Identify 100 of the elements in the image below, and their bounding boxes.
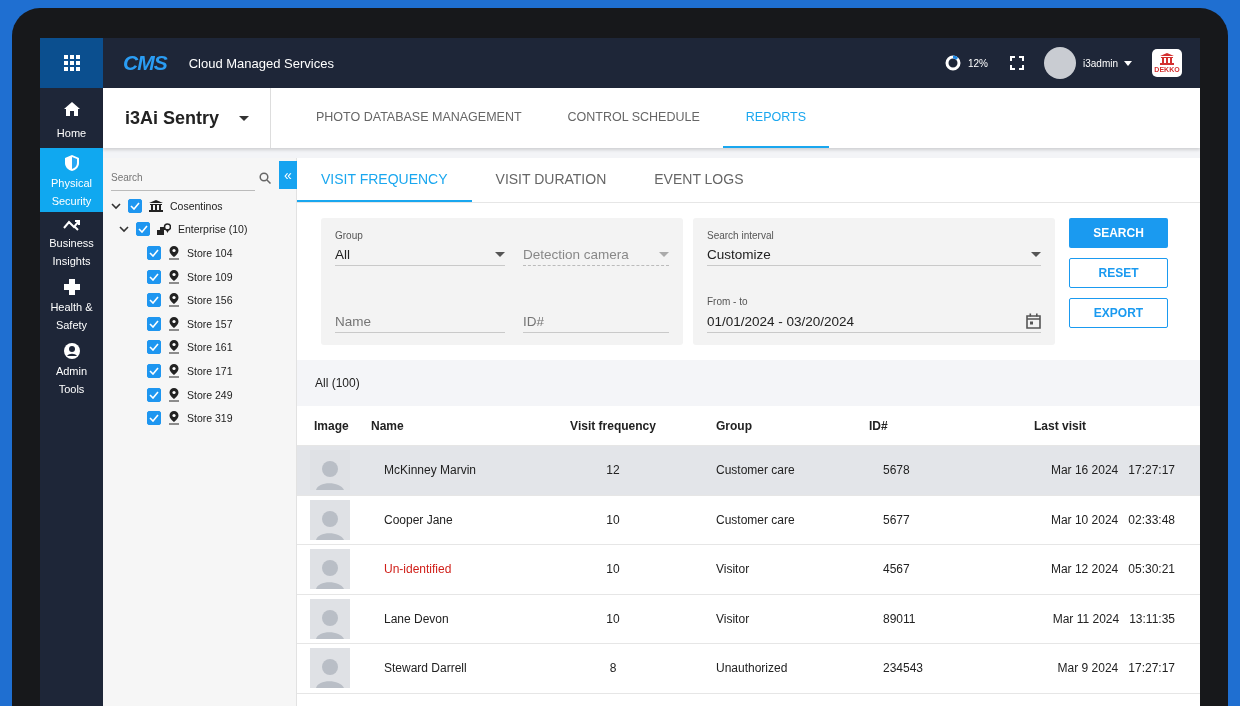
bank-icon	[1160, 53, 1174, 65]
name-cell-text: McKinney Marvin	[383, 463, 478, 478]
table-row[interactable]: Cooper Jane 10 Customer care 5677 Mar 10 2024 02:33:48	[297, 495, 1200, 545]
tree-item[interactable]: Store 171	[187, 364, 233, 377]
column-header: ID#	[869, 418, 889, 433]
table-cell-text: Mar 9 2024 17:27:17	[1056, 661, 1176, 676]
avatar[interactable]	[1043, 47, 1076, 79]
checkbox[interactable]	[147, 411, 161, 426]
chevron-icon[interactable]	[111, 200, 121, 211]
grid-icon	[63, 55, 80, 71]
main-tab[interactable]: PHOTO DATABASE MANAGEMENT	[293, 88, 545, 148]
name-cell-text: Steward Darrell	[383, 661, 468, 676]
table-cell-text: Customer care	[715, 512, 796, 527]
tree-item[interactable]: Enterprise (10)	[178, 223, 248, 236]
user-icon	[62, 342, 81, 360]
table-row[interactable]: Lane Devon 10 Visitor 89011 Mar 11 2024 13:11:35	[297, 594, 1200, 644]
table-cell-text: Customer care	[715, 463, 796, 478]
nav-item[interactable]: Admin Tools	[40, 336, 103, 400]
fullscreen-icon[interactable]	[1009, 56, 1024, 70]
buildings-pin-icon	[157, 223, 171, 236]
table-cell-text: Visitor	[715, 611, 751, 626]
report-tab[interactable]: EVENT LOGS	[630, 158, 768, 202]
location-pin-icon	[168, 411, 180, 426]
shield-icon	[62, 154, 81, 172]
checkbox[interactable]	[128, 198, 142, 213]
checkbox[interactable]	[147, 246, 161, 260]
apps-grid-button[interactable]	[40, 38, 103, 88]
checkbox[interactable]	[136, 222, 150, 237]
report-tab[interactable]: VISIT DURATION	[471, 158, 631, 202]
table-cell-text: 10	[605, 611, 621, 626]
column-header: Last visit	[1034, 418, 1088, 433]
bank-icon	[149, 199, 163, 212]
cross-icon	[62, 278, 81, 296]
location-pin-icon	[168, 340, 180, 355]
tree-item[interactable]: Store 161	[187, 341, 233, 354]
group-select[interactable]: Group All	[335, 230, 505, 266]
checkbox[interactable]	[147, 363, 161, 378]
column-header: Group	[715, 418, 753, 433]
table-cell-text: 10	[605, 562, 621, 577]
app-title: Cloud Managed Services	[188, 55, 334, 71]
tree-item[interactable]: Cosentinos	[170, 199, 223, 212]
table-cell-text: Unauthorized	[715, 661, 789, 676]
caret-icon	[1031, 252, 1041, 257]
id-field[interactable]: ID#	[523, 311, 669, 333]
table-cell-text: 89011	[882, 611, 917, 626]
table-cell-text: Mar 16 2024 17:27:17	[1049, 463, 1176, 478]
photo-placeholder	[310, 648, 350, 689]
caret-icon	[1124, 60, 1132, 66]
photo-placeholder	[310, 499, 350, 540]
nav-item[interactable]: Home	[40, 88, 103, 148]
location-pin-icon	[168, 387, 180, 402]
date-range-field[interactable]: From - to 01/01/2024 - 03/20/2024	[707, 296, 1041, 333]
tree-item[interactable]: Store 109	[187, 270, 233, 283]
column-header: Image	[313, 418, 350, 433]
name-cell-text: Lane Devon	[383, 611, 450, 626]
search-field[interactable]: Search	[111, 165, 255, 191]
checkbox[interactable]	[147, 269, 161, 284]
result-count: All (100)	[315, 376, 360, 390]
caret-icon	[495, 252, 505, 257]
tree-item[interactable]: Store 104	[187, 247, 233, 259]
nav-item[interactable]: Business Insights	[40, 212, 103, 272]
tree-item[interactable]: Store 319	[187, 412, 233, 425]
table-row[interactable]: McKinney Marvin 12 Customer care 5678 Mar 16 2024 17:27:17	[297, 446, 1200, 496]
name-field[interactable]: Name	[335, 311, 505, 333]
checkbox[interactable]	[147, 316, 161, 331]
tree-item[interactable]: Store 157	[187, 317, 233, 330]
user-menu[interactable]: i3admin	[1082, 57, 1118, 69]
product-selector[interactable]: i3Ai Sentry	[103, 88, 271, 148]
table-cell-text: 10	[605, 512, 621, 527]
checkbox[interactable]	[147, 293, 161, 308]
table-cell-text: 5677	[882, 512, 911, 527]
table-cell-text: 12	[605, 463, 621, 478]
usage-percent: 12%	[967, 57, 988, 69]
tree-item[interactable]: Store 156	[187, 294, 233, 307]
chevron-icon[interactable]	[119, 224, 129, 235]
table-cell-text: 8	[608, 661, 618, 676]
name-cell-text: Cooper Jane	[383, 512, 454, 527]
nav-item[interactable]: Health & Safety	[40, 272, 103, 336]
location-pin-icon	[168, 246, 180, 260]
column-header: Name	[371, 418, 405, 433]
checkbox[interactable]	[147, 340, 161, 355]
photo-placeholder	[310, 598, 350, 639]
checkbox[interactable]	[147, 387, 161, 402]
table-row[interactable]: Steward Darrell 8 Unauthorized 234543 Mar 9 2024 17:27:17	[297, 644, 1200, 694]
main-tab[interactable]: CONTROL SCHEDULE	[544, 88, 723, 148]
table-row[interactable]: Un-identified 10 Visitor 4567 Mar 12 2024 05:30:21	[297, 545, 1200, 595]
photo-placeholder	[310, 549, 350, 590]
caret-icon	[659, 252, 669, 257]
location-pin-icon	[168, 316, 180, 331]
calendar-icon	[1026, 313, 1041, 329]
home-icon	[62, 100, 81, 118]
tree-item[interactable]: Store 249	[187, 388, 233, 401]
usage-ring-icon	[943, 54, 962, 72]
logo: CMS	[123, 51, 167, 75]
table-cell-text: Visitor	[715, 562, 751, 577]
caret-icon	[239, 115, 250, 121]
table-cell-text: 4567	[882, 562, 911, 577]
photo-placeholder	[310, 450, 350, 491]
interval-select[interactable]: Search interval Customize	[707, 230, 1041, 266]
name-cell-text: Un-identified	[383, 562, 453, 577]
